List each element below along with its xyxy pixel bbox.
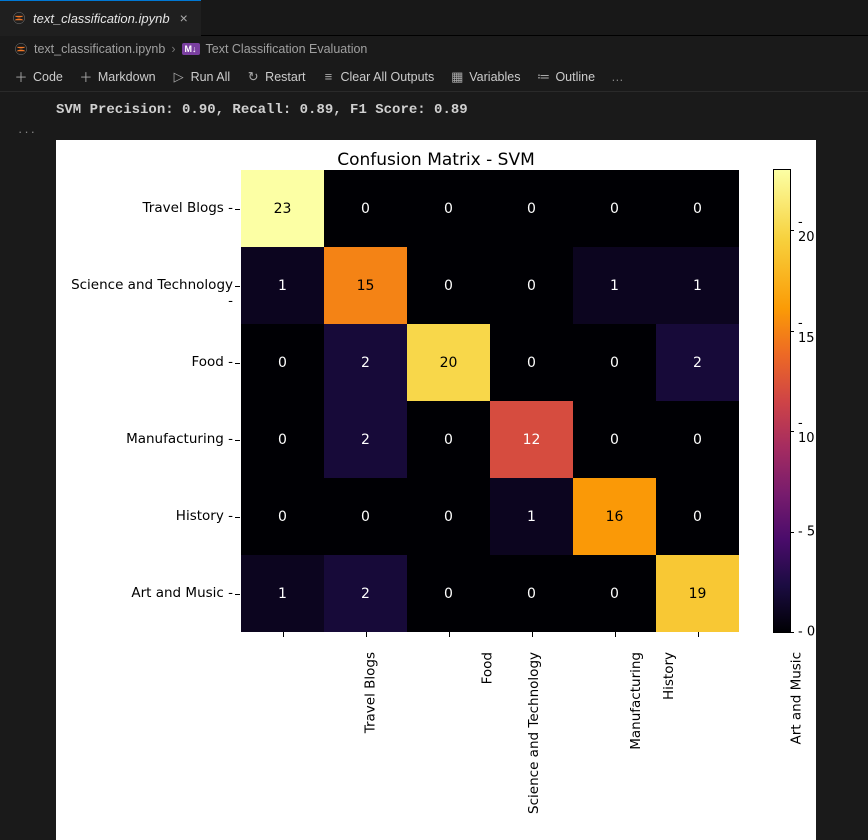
y-axis-label: Travel Blogs - [63, 200, 233, 216]
editor-tab[interactable]: text_classification.ipynb × [0, 0, 201, 36]
heatmap-cell: 0 [573, 555, 656, 632]
run-all-button[interactable]: ▷Run All [172, 69, 231, 85]
heatmap-cell: 0 [490, 555, 573, 632]
colorbar-tick-label: - 20 [798, 215, 816, 245]
heatmap-cell: 1 [490, 478, 573, 555]
notebook-toolbar: ＋Code ＋Markdown ▷Run All ↻Restart ≡Clear… [0, 62, 868, 92]
heatmap-cell: 0 [407, 170, 490, 247]
close-icon[interactable]: × [177, 10, 191, 26]
chevron-right-icon: › [171, 42, 175, 56]
tab-bar: text_classification.ipynb × [0, 0, 868, 36]
plus-icon: ＋ [14, 67, 28, 86]
heatmap-cell: 0 [490, 324, 573, 401]
heatmap-cell: 0 [573, 401, 656, 478]
cell-output: ··· SVM Precision: 0.90, Recall: 0.89, F… [0, 92, 868, 840]
breadcrumb-cell[interactable]: Text Classification Evaluation [206, 42, 368, 56]
breadcrumb-file[interactable]: text_classification.ipynb [34, 42, 165, 56]
variables-icon: ▦ [450, 69, 464, 85]
heatmap-cell: 2 [324, 324, 407, 401]
x-axis-label: Travel Blogs [362, 652, 378, 733]
heatmap-cell: 2 [324, 401, 407, 478]
stdout-text: SVM Precision: 0.90, Recall: 0.89, F1 Sc… [20, 100, 848, 120]
markdown-cell-icon: M↓ [182, 43, 200, 55]
heatmap-cell: 0 [407, 478, 490, 555]
x-axis-label: Science and Technology [525, 652, 541, 814]
heatmap-cell: 0 [656, 401, 739, 478]
heatmap-cell: 16 [573, 478, 656, 555]
outline-button[interactable]: ≔Outline [536, 69, 595, 85]
heatmap-grid: 2300000115001102200020201200000116012000… [241, 170, 739, 632]
heatmap-cell: 0 [324, 170, 407, 247]
heatmap-cell: 0 [656, 478, 739, 555]
heatmap-cell: 20 [407, 324, 490, 401]
x-axis-label: History [661, 652, 677, 700]
heatmap-cell: 19 [656, 555, 739, 632]
outline-icon: ≔ [536, 69, 550, 85]
colorbar-tick-label: - 0 [798, 625, 815, 640]
restart-button[interactable]: ↻Restart [246, 69, 305, 85]
heatmap-cell: 1 [656, 247, 739, 324]
y-axis-label: Food - [63, 354, 233, 370]
heatmap-cell: 1 [573, 247, 656, 324]
colorbar-tick-label: - 15 [798, 316, 816, 346]
y-axis-label: Manufacturing - [63, 431, 233, 447]
y-axis-label: Science and Technology - [63, 277, 233, 309]
heatmap-cell: 0 [241, 478, 324, 555]
heatmap-cell: 0 [573, 324, 656, 401]
heatmap-cell: 2 [656, 324, 739, 401]
heatmap-cell: 0 [656, 170, 739, 247]
colorbar [774, 170, 790, 632]
heatmap-cell: 0 [490, 170, 573, 247]
heatmap-cell: 0 [241, 324, 324, 401]
y-axis-label: History - [63, 508, 233, 524]
heatmap-cell: 0 [407, 401, 490, 478]
colorbar-tick-label: - 10 [798, 416, 816, 446]
more-actions-button[interactable]: … [611, 70, 626, 84]
chart-title: Confusion Matrix - SVM [56, 150, 816, 170]
heatmap-cell: 12 [490, 401, 573, 478]
y-axis-label: Art and Music - [63, 585, 233, 601]
add-markdown-button[interactable]: ＋Markdown [79, 67, 156, 86]
heatmap-cell: 2 [324, 555, 407, 632]
heatmap-cell: 1 [241, 555, 324, 632]
plot-figure: Confusion Matrix - SVM 23000001150011022… [56, 140, 816, 840]
x-axis-label: Art and Music [788, 652, 804, 744]
heatmap-cell: 0 [241, 401, 324, 478]
heatmap-cell: 1 [241, 247, 324, 324]
colorbar-tick-label: - 5 [798, 524, 815, 539]
clear-outputs-button[interactable]: ≡Clear All Outputs [321, 69, 434, 84]
run-all-icon: ▷ [172, 69, 186, 85]
variables-button[interactable]: ▦Variables [450, 69, 520, 85]
heatmap-cell: 0 [407, 247, 490, 324]
heatmap-cell: 0 [573, 170, 656, 247]
x-axis-label: Food [479, 652, 495, 684]
jupyter-icon [14, 42, 28, 56]
cell-more-actions[interactable]: ··· [18, 124, 37, 139]
heatmap-cell: 15 [324, 247, 407, 324]
clear-icon: ≡ [321, 69, 335, 84]
tab-title: text_classification.ipynb [33, 11, 170, 26]
heatmap-cell: 0 [407, 555, 490, 632]
heatmap-cell: 0 [490, 247, 573, 324]
restart-icon: ↻ [246, 69, 260, 85]
plus-icon: ＋ [79, 67, 93, 86]
breadcrumb: text_classification.ipynb › M↓ Text Clas… [0, 36, 868, 62]
heatmap-cell: 0 [324, 478, 407, 555]
jupyter-icon [12, 11, 26, 25]
heatmap-cell: 23 [241, 170, 324, 247]
x-axis-label: Manufacturing [627, 652, 643, 750]
add-code-button[interactable]: ＋Code [14, 67, 63, 86]
